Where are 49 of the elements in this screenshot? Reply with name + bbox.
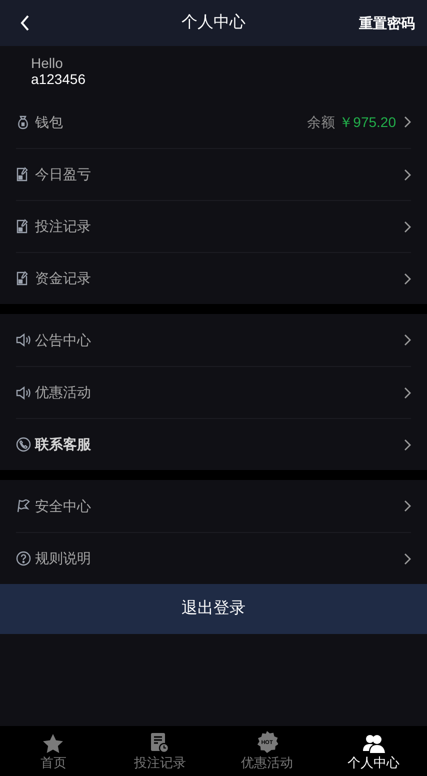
speaker-icon (16, 386, 32, 400)
logout-button[interactable]: 退出登录 (0, 584, 427, 634)
menu-item[interactable]: 安全中心 (16, 480, 411, 532)
speaker-icon (16, 333, 32, 347)
menu-label: 钱包 (35, 112, 63, 132)
document-clock-icon (151, 733, 170, 753)
tab-item[interactable]: 个人中心 (320, 726, 427, 776)
chevron-right-icon (404, 386, 411, 398)
money-bag-icon (16, 114, 30, 130)
greeting-text: Hello (31, 55, 64, 71)
menu-item[interactable]: 投注记录 (16, 200, 411, 252)
menu-item[interactable]: 资金记录 (16, 252, 411, 304)
menu-item[interactable]: 联系客服 (16, 418, 411, 470)
document-icon (16, 219, 29, 234)
chevron-right-icon (404, 220, 411, 232)
balance-amount: ￥975.20 (339, 112, 396, 132)
menu-item[interactable]: 今日盈亏 (16, 148, 411, 200)
users-icon (362, 734, 385, 753)
menu-item[interactable]: 钱包 余额 ￥975.20 (16, 96, 411, 148)
chevron-right-icon (404, 500, 411, 512)
username: a123456 (31, 71, 87, 87)
menu-label: 优惠活动 (35, 383, 91, 402)
chevron-right-icon (404, 116, 411, 128)
chevron-right-icon (404, 272, 411, 284)
back-icon (20, 15, 30, 31)
menu-label: 规则说明 (35, 549, 91, 568)
chevron-right-icon (404, 168, 411, 180)
document-icon (16, 167, 29, 182)
menu-item[interactable]: 优惠活动 (16, 366, 411, 418)
flag-icon (16, 499, 30, 513)
menu-label: 联系客服 (35, 435, 91, 454)
help-icon (16, 551, 31, 566)
menu-label: 今日盈亏 (35, 165, 91, 184)
document-icon (16, 271, 29, 286)
chevron-right-icon (404, 334, 411, 346)
menu-label: 资金记录 (35, 269, 91, 288)
menu-label: 公告中心 (35, 330, 91, 350)
chevron-right-icon (404, 438, 411, 450)
balance-label: 余额 (307, 112, 336, 132)
menu-label: 投注记录 (35, 217, 91, 236)
phone-icon (16, 437, 31, 452)
tab-item[interactable]: 首页 (0, 726, 107, 776)
chevron-right-icon (404, 552, 411, 564)
menu-label: 安全中心 (35, 496, 91, 516)
page-title: 个人中心 (182, 12, 246, 33)
menu-item[interactable]: 公告中心 (16, 314, 411, 366)
reset-password-button[interactable]: 重置密码 (359, 12, 415, 34)
star-icon (43, 734, 64, 753)
tab-item[interactable]: 投注记录 (106, 726, 214, 776)
